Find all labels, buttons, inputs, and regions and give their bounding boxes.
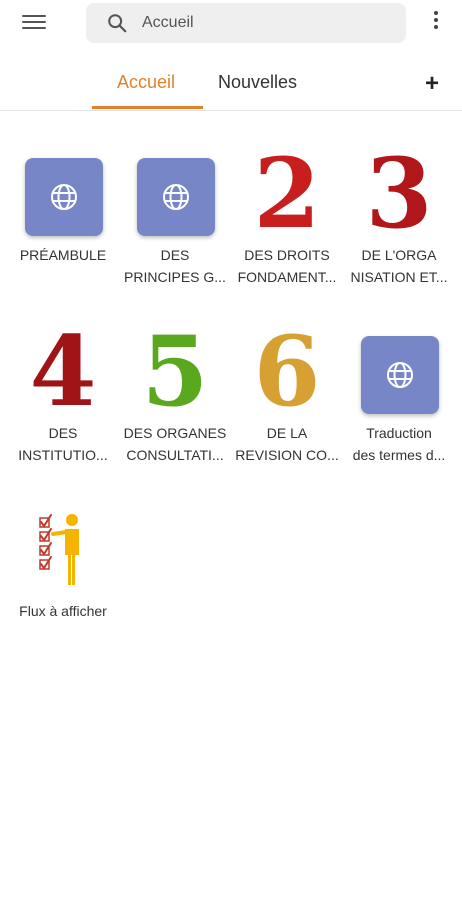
globe-icon [137,158,215,236]
tile-label: Traduction des termes d... [352,425,446,463]
tile-flux-a-afficher[interactable]: Flux à afficher [8,506,118,622]
tab-bar: Accueil Nouvelles [0,60,462,111]
tile-label: DES DROITS FONDAMENT... [237,247,337,285]
tile-des-organes[interactable]: 5 DES ORGANES CONSULTATI... [120,324,230,466]
tile-des-institutions[interactable]: 4 DES INSTITUTIO... [8,324,118,466]
tile-de-l-organisation[interactable]: 3 DE L'ORGA NISATION ET... [344,146,454,288]
tile-label: Flux à afficher [19,603,107,619]
number-5-icon: 5 [141,315,209,428]
tab-nouvelles[interactable]: Nouvelles [218,72,297,93]
number-4-icon: 4 [29,315,97,428]
number-6-icon: 6 [253,315,321,428]
tile-label: DES ORGANES CONSULTATI... [123,425,227,463]
tile-de-la-revision[interactable]: 6 DE LA REVISION CO... [232,324,342,466]
tile-label: DE L'ORGA NISATION ET... [350,247,448,285]
active-tab-indicator [92,106,203,109]
hamburger-menu-icon[interactable] [22,12,46,32]
number-2-icon: 2 [253,137,321,250]
tile-des-principes[interactable]: DES PRINCIPES G... [120,150,230,288]
tile-des-droits[interactable]: 2 DES DROITS FONDAMENT... [232,146,342,288]
tile-label: PRÉAMBULE [19,247,107,263]
search-text: Accueil [142,14,194,31]
globe-icon [361,336,439,414]
tile-label: DE LA REVISION CO... [235,425,339,463]
more-options-icon[interactable] [430,11,442,35]
checklist-person-icon [39,514,79,585]
tile-label: DES PRINCIPES G... [124,247,226,285]
tile-traduction[interactable]: Traduction des termes d... [344,328,454,466]
search-bar[interactable]: Accueil [86,3,406,43]
tab-accueil[interactable]: Accueil [117,72,175,93]
tile-label: DES INSTITUTIO... [18,425,108,463]
globe-icon [25,158,103,236]
add-tab-icon[interactable]: + [425,72,439,96]
tile-preambule[interactable]: PRÉAMBULE [8,150,118,266]
top-app-bar: Accueil [0,0,462,46]
search-icon [108,14,127,33]
number-3-icon: 3 [365,137,433,250]
